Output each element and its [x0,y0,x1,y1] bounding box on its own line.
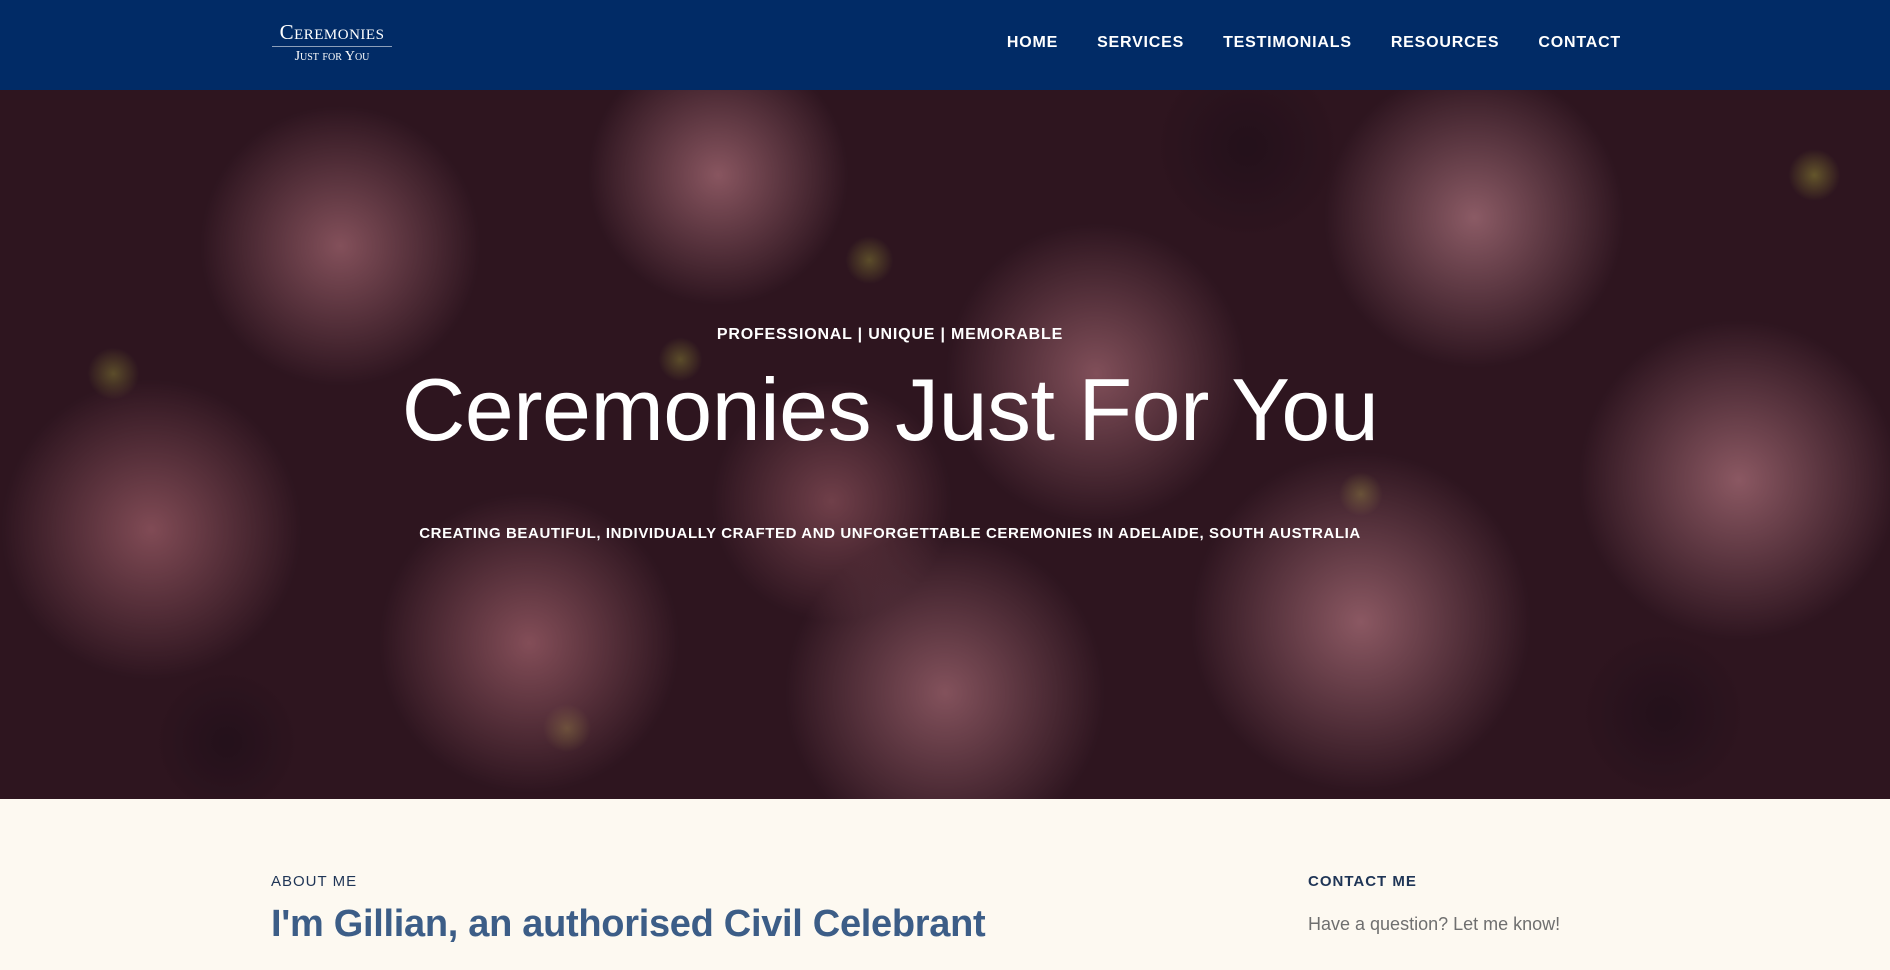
contact-section-label: CONTACT ME [1308,873,1417,890]
nav-contact[interactable]: CONTACT [1538,32,1621,54]
contact-intro-text: Have a question? Let me know! [1308,914,1561,934]
logo-line-1: Ceremonies [279,20,385,44]
nav-services[interactable]: SERVICES [1097,32,1184,54]
nav-testimonials[interactable]: TESTIMONIALS [1223,32,1352,54]
about-section-label: ABOUT ME [271,873,358,890]
hero-subtitle: CREATING BEAUTIFUL, INDIVIDUALLY CRAFTED… [419,525,1361,542]
site-header: Ceremonies Just for You HOME SERVICES TE… [0,0,1890,90]
main-nav: HOME SERVICES TESTIMONIALS RESOURCES CON… [1007,32,1621,54]
hero-title: Ceremonies Just For You [401,360,1379,459]
nav-home[interactable]: HOME [1007,32,1058,54]
hero-tagline: PROFESSIONAL | UNIQUE | MEMORABLE [716,326,1064,343]
nav-resources[interactable]: RESOURCES [1391,32,1500,54]
hero-banner: PROFESSIONAL | UNIQUE | MEMORABLE Ceremo… [0,90,1890,799]
about-heading: I'm Gillian, an authorised Civil Celebra… [271,903,986,945]
logo-divider [272,46,392,47]
site-logo[interactable]: Ceremonies Just for You [271,20,393,66]
logo-line-2: Just for You [294,49,370,64]
